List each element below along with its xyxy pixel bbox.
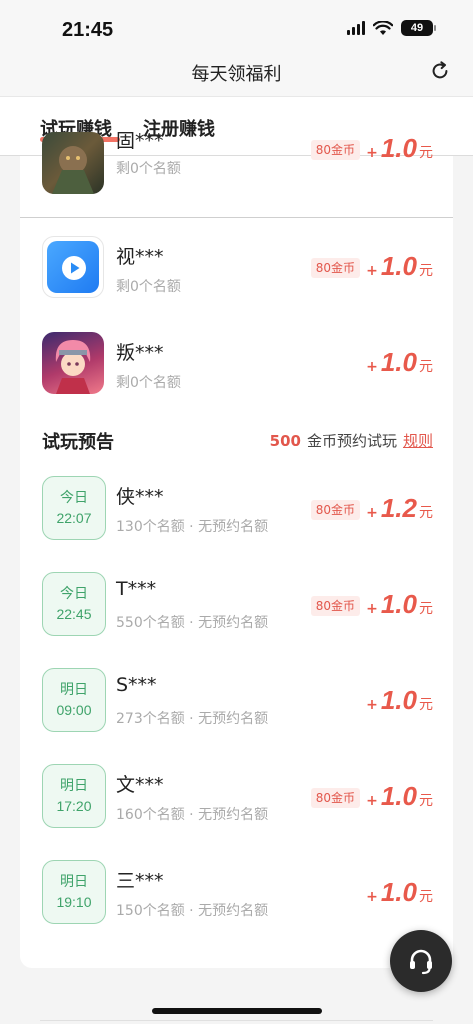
reward-amount: +1.0 元	[366, 251, 433, 281]
reward-amount: +1.0 元	[366, 877, 433, 907]
status-icons: 49	[347, 20, 436, 36]
refresh-icon[interactable]	[429, 60, 451, 82]
status-time: 21:45	[62, 19, 114, 41]
app-name: 侠***	[116, 486, 164, 508]
task-list-card: 固*** 剩0个名额 80金币 +1.0 元 视*** 剩0个名额 80金币 +1…	[20, 130, 453, 968]
page-title: 每天领福利	[191, 64, 282, 85]
app-quota: 剩0个名额	[116, 161, 181, 177]
preview-section-title: 试玩预告	[42, 432, 114, 453]
list-item[interactable]: 明日 17:20 文*** 160个名额 · 无预约名额 80金币 +1.0 元	[20, 764, 453, 854]
list-item[interactable]: 叛*** 剩0个名额 +1.0 元	[20, 332, 453, 422]
app-name: 视***	[116, 246, 164, 268]
app-name: 叛***	[116, 342, 164, 364]
list-item[interactable]: 今日 22:07 侠*** 130个名额 · 无预约名额 80金币 +1.2 元	[20, 476, 453, 566]
reward-amount: +1.0 元	[366, 685, 433, 715]
app-quota: 150个名额 · 无预约名额	[116, 903, 269, 919]
battery-icon: 49	[401, 20, 436, 36]
video-app-icon	[42, 236, 104, 298]
app-name: T***	[116, 578, 157, 600]
reserve-info: 500 金币预约试玩 规则	[269, 432, 433, 450]
app-quota: 剩0个名额	[116, 375, 181, 391]
wifi-icon	[373, 20, 393, 35]
coin-badge: 80金币	[310, 140, 360, 160]
status-bar: 21:45 49	[0, 0, 473, 50]
coin-badge: 80金币	[310, 258, 360, 278]
app-quota: 550个名额 · 无预约名额	[116, 615, 269, 631]
section-divider	[20, 217, 453, 218]
schedule-time: 明日 17:20	[42, 764, 106, 828]
schedule-time: 今日 22:07	[42, 476, 106, 540]
app-quota: 273个名额 · 无预约名额	[116, 711, 269, 727]
reward-amount: +1.0 元	[366, 133, 433, 163]
app-name: 三***	[116, 870, 164, 892]
reward-amount: +1.0 元	[366, 781, 433, 811]
reward-amount: +1.0 元	[366, 347, 433, 377]
home-indicator[interactable]	[152, 1008, 322, 1014]
coin-badge: 80金币	[310, 596, 360, 616]
game-icon	[42, 332, 104, 394]
app-quota: 160个名额 · 无预约名额	[116, 807, 269, 823]
coin-badge: 80金币	[310, 500, 360, 520]
app-name: 固***	[116, 130, 164, 152]
schedule-time: 明日 19:10	[42, 860, 106, 924]
game-icon	[42, 132, 104, 194]
rule-link[interactable]: 规则	[403, 432, 433, 450]
list-item[interactable]: 今日 22:45 T*** 550个名额 · 无预约名额 80金币 +1.0 元	[20, 572, 453, 662]
schedule-time: 明日 09:00	[42, 668, 106, 732]
bottom-divider	[40, 1020, 433, 1021]
app-name: S***	[116, 674, 157, 696]
coin-badge: 80金币	[310, 788, 360, 808]
list-item[interactable]: 固*** 剩0个名额 80金币 +1.0 元	[20, 130, 453, 217]
reward-amount: +1.2 元	[366, 493, 433, 523]
signal-icon	[347, 21, 365, 35]
list-item[interactable]: 视*** 剩0个名额 80金币 +1.0 元	[20, 236, 453, 326]
schedule-time: 今日 22:45	[42, 572, 106, 636]
app-quota: 130个名额 · 无预约名额	[116, 519, 269, 535]
headset-icon	[410, 949, 432, 975]
list-item[interactable]: 明日 09:00 S*** 273个名额 · 无预约名额 +1.0 元	[20, 668, 453, 758]
reward-amount: +1.0 元	[366, 589, 433, 619]
app-name: 文***	[116, 774, 164, 796]
app-quota: 剩0个名额	[116, 279, 181, 295]
play-icon	[62, 256, 86, 280]
customer-support-button[interactable]	[390, 930, 452, 992]
nav-header: 每天领福利	[0, 50, 473, 96]
list-item[interactable]: 明日 19:10 三*** 150个名额 · 无预约名额 +1.0 元	[20, 860, 453, 950]
